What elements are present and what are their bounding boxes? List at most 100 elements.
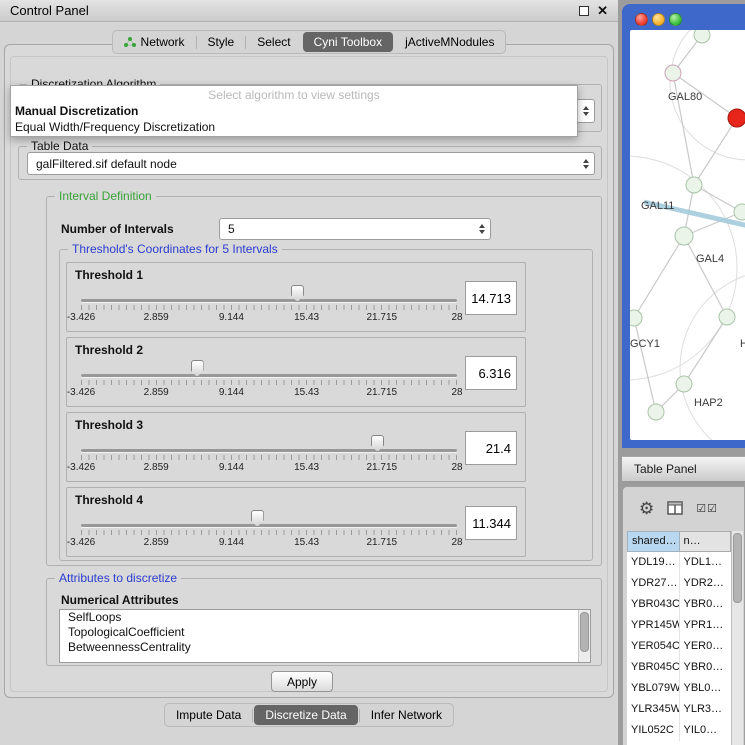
table-panel-header: Table Panel — [622, 456, 745, 482]
list-item-betweennesscentrality[interactable]: BetweennessCentrality — [60, 640, 590, 655]
cell[interactable]: YDL19… — [627, 552, 680, 573]
cell[interactable]: YBL079W — [627, 678, 680, 699]
table-row[interactable]: YBL079WYBL0… — [627, 678, 731, 699]
cell[interactable]: YPR145W — [627, 615, 680, 636]
scale-label: 9.144 — [219, 462, 244, 473]
cell[interactable]: YLR345W — [627, 699, 680, 720]
number-of-intervals-combobox[interactable]: 5 — [219, 218, 491, 240]
apply-button[interactable]: Apply — [271, 671, 333, 692]
tab-network[interactable]: Network — [113, 31, 196, 53]
tab-select[interactable]: Select — [246, 31, 301, 53]
table-row[interactable]: YDR27…YDR2… — [627, 573, 731, 594]
scrollbar-thumb[interactable] — [733, 533, 742, 603]
table-row[interactable]: YDL19…YDL1… — [627, 552, 731, 573]
checkbox-icons[interactable]: ☑☑ — [696, 502, 718, 515]
bottom-tab-group: Impute Data Discretize Data Infer Networ… — [164, 703, 454, 727]
node-label-gal80: GAL80 — [668, 91, 702, 103]
slider-track[interactable] — [81, 374, 457, 377]
panel-title: Control Panel — [10, 3, 89, 18]
threshold-1-value-field[interactable] — [465, 281, 517, 315]
float-window-icon[interactable] — [579, 6, 589, 16]
table-settings-gear-icon[interactable]: ⚙ — [639, 500, 654, 517]
table-row[interactable]: YER054CYER0… — [627, 636, 731, 657]
slider-track[interactable] — [81, 524, 457, 527]
network-node[interactable] — [648, 404, 664, 420]
list-item-topologicalcoefficient[interactable]: TopologicalCoefficient — [60, 625, 590, 640]
bottom-tab-infer-network[interactable]: Infer Network — [360, 704, 453, 726]
threshold-4-value-field[interactable] — [465, 506, 517, 540]
network-node[interactable] — [734, 204, 745, 220]
table-row[interactable]: YLR345WYLR3… — [627, 699, 731, 720]
bottom-tab-discretize-data[interactable]: Discretize Data — [254, 705, 357, 725]
tab-separator — [252, 709, 253, 722]
column-selector-icon[interactable] — [667, 501, 683, 515]
slider-scale: -3.426 2.859 9.144 15.43 21.715 28 — [81, 387, 457, 400]
cell[interactable]: YDR2… — [680, 573, 732, 594]
scrollbar-thumb[interactable] — [580, 612, 589, 652]
mac-close-button[interactable] — [635, 13, 648, 26]
bottom-tab-impute-data[interactable]: Impute Data — [165, 704, 252, 726]
cell[interactable]: YBR0… — [680, 657, 732, 678]
cell[interactable]: YIL052C — [627, 720, 680, 741]
mac-zoom-button[interactable] — [669, 13, 682, 26]
close-icon[interactable]: ✕ — [597, 4, 608, 17]
threshold-4-slider[interactable]: -3.426 2.859 9.144 15.43 21.715 28 — [81, 514, 457, 554]
table-row[interactable]: YPR145WYPR1… — [627, 615, 731, 636]
table-scrollbar[interactable] — [731, 531, 743, 745]
network-node[interactable] — [694, 30, 710, 43]
slider-track[interactable] — [81, 449, 457, 452]
mac-minimize-button[interactable] — [652, 13, 665, 26]
cell[interactable]: YBR0… — [680, 594, 732, 615]
list-scrollbar[interactable] — [578, 610, 590, 662]
attributes-listbox[interactable]: SelfLoops TopologicalCoefficient Between… — [59, 609, 591, 663]
cell[interactable]: YER0… — [680, 636, 732, 657]
network-node[interactable] — [719, 309, 735, 325]
threshold-1-slider[interactable]: -3.426 2.859 9.144 15.43 21.715 28 — [81, 289, 457, 329]
cell[interactable]: YBR043C — [627, 594, 680, 615]
threshold-3-value-field[interactable] — [465, 431, 517, 465]
dropdown-option-equal-width-frequency[interactable]: Equal Width/Frequency Discretization — [11, 119, 577, 135]
table-data-combobox[interactable]: galFiltered.sif default node — [27, 152, 595, 175]
threshold-1-label: Threshold 1 — [75, 268, 143, 282]
cell[interactable]: YDR27… — [627, 573, 680, 594]
attributes-group: Attributes to discretize Numerical Attri… — [46, 578, 602, 666]
cell[interactable]: YLR3… — [680, 699, 732, 720]
column-header-shared-name[interactable]: shared… — [627, 531, 680, 552]
tab-jactivemnodules[interactable]: jActiveMNodules — [394, 31, 505, 53]
scale-label: 21.715 — [367, 462, 398, 473]
network-node[interactable] — [630, 310, 642, 326]
tab-cyni-toolbox[interactable]: Cyni Toolbox — [303, 32, 393, 52]
cell[interactable]: YBL0… — [680, 678, 732, 699]
scale-label: 2.859 — [144, 312, 169, 323]
number-of-intervals-value: 5 — [228, 222, 235, 236]
threshold-2-slider[interactable]: -3.426 2.859 9.144 15.43 21.715 28 — [81, 364, 457, 404]
scale-label: 2.859 — [144, 462, 169, 473]
threshold-3-slider[interactable]: -3.426 2.859 9.144 15.43 21.715 28 — [81, 439, 457, 479]
scale-label: 15.43 — [294, 537, 319, 548]
threshold-2-value-field[interactable] — [465, 356, 517, 390]
table-row[interactable]: YBR045CYBR0… — [627, 657, 731, 678]
cell[interactable]: YDL1… — [680, 552, 732, 573]
cell[interactable]: YER054C — [627, 636, 680, 657]
column-header-name[interactable]: n… — [680, 531, 732, 552]
dropdown-placeholder: Select algorithm to view settings — [11, 86, 577, 103]
table-row[interactable]: YBR043CYBR0… — [627, 594, 731, 615]
threshold-3-panel: Threshold 3 -3.426 2.859 9.144 15.43 21.… — [66, 412, 526, 482]
network-node[interactable] — [675, 227, 693, 245]
slider-track[interactable] — [81, 299, 457, 302]
network-node[interactable] — [686, 177, 702, 193]
dropdown-option-manual-discretization[interactable]: Manual Discretization — [11, 103, 577, 119]
spinner-arrows-icon — [479, 224, 485, 234]
tab-label: Style — [208, 35, 235, 49]
table-row[interactable]: YIL052CYIL0… — [627, 720, 731, 741]
network-node[interactable] — [676, 376, 692, 392]
tab-style[interactable]: Style — [197, 31, 246, 53]
network-canvas[interactable]: GAL80 GAL11 GAL4 GCY1 HAP2 H — [630, 30, 745, 440]
cell[interactable]: YBR045C — [627, 657, 680, 678]
selected-node[interactable] — [728, 109, 745, 127]
network-node[interactable] — [665, 65, 681, 81]
list-item-selfloops[interactable]: SelfLoops — [60, 610, 590, 625]
cell[interactable]: YPR1… — [680, 615, 732, 636]
cell[interactable]: YIL0… — [680, 720, 732, 741]
control-panel-titlebar: Control Panel ✕ — [0, 0, 618, 22]
